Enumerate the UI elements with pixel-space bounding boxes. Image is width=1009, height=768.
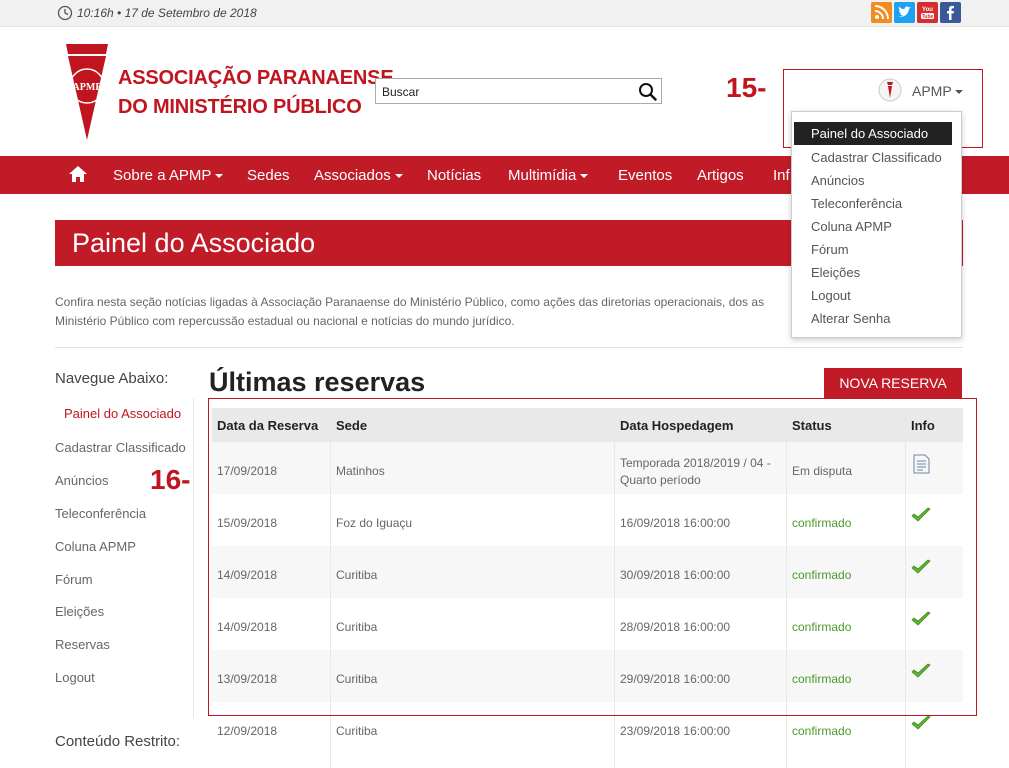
facebook-icon[interactable]: [940, 2, 961, 23]
sidebar-item-teleconferencia[interactable]: Teleconferência: [55, 506, 146, 521]
sidebar-item-anuncios[interactable]: Anúncios: [55, 473, 108, 488]
user-menu-toggle[interactable]: APMP: [912, 83, 952, 99]
sidebar-item-forum[interactable]: Fórum: [55, 572, 93, 587]
menu-item-forum[interactable]: Fórum: [792, 238, 961, 261]
svg-text:You: You: [922, 7, 933, 13]
nav-item-sedes[interactable]: Sedes: [247, 167, 290, 184]
nav-item-multimidia[interactable]: Multimídia: [508, 167, 589, 184]
organization-name-line1: ASSOCIAÇÃO PARANAENSE: [118, 67, 394, 89]
sidebar-item-eleicoes[interactable]: Eleições: [55, 604, 104, 619]
user-avatar-icon[interactable]: [878, 78, 902, 102]
nav-item-noticias[interactable]: Notícias: [427, 167, 481, 184]
new-reservation-button[interactable]: NOVA RESERVA: [824, 368, 962, 398]
rss-icon[interactable]: [871, 2, 892, 23]
chevron-down-icon: [580, 174, 589, 179]
sidebar-divider: [193, 398, 194, 718]
cell-date: 12/09/2018: [217, 724, 278, 738]
chevron-down-icon: [215, 174, 224, 179]
menu-item-anuncios[interactable]: Anúncios: [792, 169, 961, 192]
svg-text:APMP: APMP: [73, 82, 102, 93]
reservations-title: Últimas reservas: [209, 367, 426, 397]
clock-icon: [57, 5, 73, 21]
youtube-icon[interactable]: You Tube: [917, 2, 938, 23]
menu-item-teleconferencia[interactable]: Teleconferência: [792, 192, 961, 215]
nav-item-info[interactable]: Inf: [773, 167, 790, 184]
restricted-heading: Conteúdo Restrito:: [55, 733, 181, 750]
current-datetime: 10:16h • 17 de Setembro de 2018: [77, 6, 257, 20]
search-icon[interactable]: [638, 82, 657, 101]
search-input[interactable]: [380, 82, 634, 102]
sidebar-item-painel[interactable]: Painel do Associado: [64, 406, 181, 421]
menu-item-eleicoes[interactable]: Eleições: [792, 261, 961, 284]
menu-item-logout[interactable]: Logout: [792, 284, 961, 307]
check-icon: [911, 715, 931, 730]
menu-item-alterar-senha[interactable]: Alterar Senha: [792, 307, 961, 330]
sidebar-item-coluna[interactable]: Coluna APMP: [55, 539, 136, 554]
nav-item-associados[interactable]: Associados: [314, 167, 403, 184]
user-dropdown-menu: Painel do Associado Cadastrar Classifica…: [791, 111, 962, 338]
organization-name-line2: DO MINISTÉRIO PÚBLICO: [118, 96, 362, 118]
annotation-15: 15-: [726, 72, 767, 103]
sidebar-item-logout[interactable]: Logout: [55, 670, 95, 685]
cell-stay: 23/09/2018 16:00:00: [620, 724, 731, 738]
nav-item-artigos[interactable]: Artigos: [697, 167, 744, 184]
search-box: [375, 78, 662, 104]
menu-item-painel[interactable]: Painel do Associado: [794, 122, 952, 145]
cell-status: confirmado: [792, 724, 852, 738]
sidebar-heading: Navegue Abaixo:: [55, 370, 169, 387]
intro-text: Confira nesta seção notícias ligadas à A…: [55, 293, 785, 331]
twitter-icon[interactable]: [894, 2, 915, 23]
page-title: Painel do Associado: [72, 228, 316, 258]
table-highlight: [208, 398, 977, 716]
nav-item-eventos[interactable]: Eventos: [618, 167, 672, 184]
sidebar-item-classificado[interactable]: Cadastrar Classificado: [55, 440, 186, 455]
chevron-down-icon: [955, 90, 963, 94]
divider: [55, 347, 963, 348]
svg-text:Tube: Tube: [922, 14, 934, 20]
intro-line-2: Ministério Público com repercussão estad…: [55, 314, 515, 328]
cell-sede: Curitiba: [336, 724, 378, 738]
menu-item-coluna[interactable]: Coluna APMP: [792, 215, 961, 238]
nav-item-sobre[interactable]: Sobre a APMP: [113, 167, 224, 184]
organization-name: ASSOCIAÇÃO PARANAENSE DO MINISTÉRIO PÚBL…: [118, 64, 394, 122]
home-icon[interactable]: [68, 165, 88, 183]
menu-item-classificado[interactable]: Cadastrar Classificado: [792, 146, 961, 169]
intro-line-1: Confira nesta seção notícias ligadas à A…: [55, 295, 765, 309]
sidebar-item-reservas[interactable]: Reservas: [55, 637, 110, 652]
annotation-16: 16-: [150, 464, 191, 495]
chevron-down-icon: [394, 174, 403, 179]
apmp-logo[interactable]: APMP: [62, 42, 112, 142]
